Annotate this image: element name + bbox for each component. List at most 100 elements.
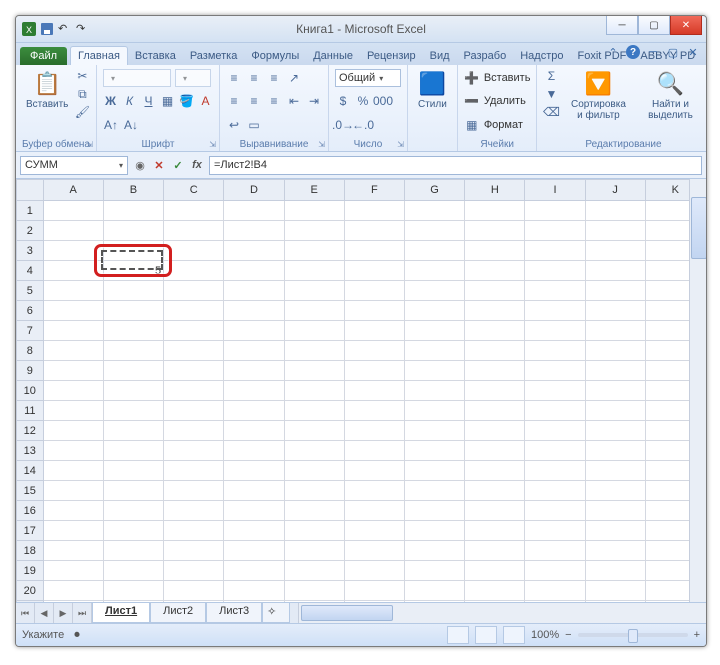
cell-J4[interactable] bbox=[585, 261, 645, 281]
cell-F1[interactable] bbox=[344, 201, 404, 221]
cell-E1[interactable] bbox=[284, 201, 344, 221]
cell-I5[interactable] bbox=[525, 281, 585, 301]
cell-G6[interactable] bbox=[404, 301, 464, 321]
cell-H16[interactable] bbox=[465, 501, 525, 521]
dialog-launcher-icon[interactable]: ⇲ bbox=[318, 140, 325, 149]
doc-minimize-icon[interactable]: ─ bbox=[646, 45, 660, 59]
vertical-scrollbar[interactable] bbox=[689, 179, 706, 602]
doc-close-icon[interactable]: ✕ bbox=[686, 45, 700, 59]
align-top-icon[interactable]: ≡ bbox=[226, 70, 242, 86]
cell-A13[interactable] bbox=[43, 441, 103, 461]
cell-H6[interactable] bbox=[465, 301, 525, 321]
cell-D4[interactable] bbox=[224, 261, 284, 281]
cell-A8[interactable] bbox=[43, 341, 103, 361]
cell-J14[interactable] bbox=[585, 461, 645, 481]
cell-G4[interactable] bbox=[404, 261, 464, 281]
sheet-tab-2[interactable]: Лист2 bbox=[150, 603, 206, 623]
row-header[interactable]: 14 bbox=[17, 461, 44, 481]
cancel-button[interactable]: ✕ bbox=[151, 157, 167, 173]
cell-H18[interactable] bbox=[465, 541, 525, 561]
page-layout-view-button[interactable] bbox=[475, 626, 497, 644]
cell-J17[interactable] bbox=[585, 521, 645, 541]
cell-F4[interactable] bbox=[344, 261, 404, 281]
cell-A19[interactable] bbox=[43, 561, 103, 581]
cell-G16[interactable] bbox=[404, 501, 464, 521]
cell-I19[interactable] bbox=[525, 561, 585, 581]
tab-view[interactable]: Вид bbox=[423, 47, 457, 65]
row-header[interactable]: 8 bbox=[17, 341, 44, 361]
sheet-tab-3[interactable]: Лист3 bbox=[206, 603, 262, 623]
sort-filter-button[interactable]: 🔽 Сортировка и фильтр bbox=[563, 68, 633, 123]
cell-B18[interactable] bbox=[103, 541, 163, 561]
cell-B10[interactable] bbox=[103, 381, 163, 401]
first-sheet-button[interactable]: ⏮ bbox=[16, 603, 35, 623]
cell-F6[interactable] bbox=[344, 301, 404, 321]
cell-J15[interactable] bbox=[585, 481, 645, 501]
row-header[interactable]: 6 bbox=[17, 301, 44, 321]
cell-D20[interactable] bbox=[224, 581, 284, 601]
cell-F13[interactable] bbox=[344, 441, 404, 461]
shrink-font-icon[interactable]: A↓ bbox=[123, 117, 139, 133]
cell-E3[interactable] bbox=[284, 241, 344, 261]
cell-J20[interactable] bbox=[585, 581, 645, 601]
cell-G18[interactable] bbox=[404, 541, 464, 561]
cell-E2[interactable] bbox=[284, 221, 344, 241]
column-header[interactable]: E bbox=[284, 180, 344, 201]
fill-color-icon[interactable]: 🪣 bbox=[179, 93, 194, 109]
cell-B4[interactable]: 5 bbox=[103, 261, 163, 281]
normal-view-button[interactable] bbox=[447, 626, 469, 644]
align-bottom-icon[interactable]: ≡ bbox=[266, 70, 282, 86]
border-icon[interactable]: ▦ bbox=[160, 93, 175, 109]
cell-D12[interactable] bbox=[224, 421, 284, 441]
format-painter-icon[interactable]: 🖌 bbox=[74, 104, 90, 120]
cell-B3[interactable] bbox=[103, 241, 163, 261]
cell-F5[interactable] bbox=[344, 281, 404, 301]
styles-button[interactable]: 🟦 Стили bbox=[414, 68, 451, 112]
cell-B21[interactable] bbox=[103, 601, 163, 603]
cell-C3[interactable] bbox=[164, 241, 224, 261]
cell-A21[interactable] bbox=[43, 601, 103, 603]
cell-E18[interactable] bbox=[284, 541, 344, 561]
fx-button[interactable]: fx bbox=[189, 157, 205, 173]
cell-D1[interactable] bbox=[224, 201, 284, 221]
cell-H9[interactable] bbox=[465, 361, 525, 381]
cell-H1[interactable] bbox=[465, 201, 525, 221]
cell-C5[interactable] bbox=[164, 281, 224, 301]
cell-C16[interactable] bbox=[164, 501, 224, 521]
cell-A2[interactable] bbox=[43, 221, 103, 241]
scrollbar-thumb[interactable] bbox=[301, 605, 393, 621]
cell-C10[interactable] bbox=[164, 381, 224, 401]
page-break-view-button[interactable] bbox=[503, 626, 525, 644]
cell-A17[interactable] bbox=[43, 521, 103, 541]
tab-formulas[interactable]: Формулы bbox=[244, 47, 306, 65]
cell-B8[interactable] bbox=[103, 341, 163, 361]
cell-I4[interactable] bbox=[525, 261, 585, 281]
new-sheet-button[interactable]: ✧ bbox=[262, 603, 290, 623]
slider-thumb[interactable] bbox=[628, 629, 638, 643]
cell-C21[interactable] bbox=[164, 601, 224, 603]
cell-E4[interactable] bbox=[284, 261, 344, 281]
row-header[interactable]: 10 bbox=[17, 381, 44, 401]
row-header[interactable]: 21 bbox=[17, 601, 44, 603]
cell-A18[interactable] bbox=[43, 541, 103, 561]
underline-button[interactable]: Ч bbox=[141, 93, 156, 109]
cell-E14[interactable] bbox=[284, 461, 344, 481]
cell-E7[interactable] bbox=[284, 321, 344, 341]
italic-button[interactable]: К bbox=[122, 93, 137, 109]
cell-D6[interactable] bbox=[224, 301, 284, 321]
cell-B19[interactable] bbox=[103, 561, 163, 581]
cell-J5[interactable] bbox=[585, 281, 645, 301]
maximize-button[interactable]: ▢ bbox=[638, 16, 670, 35]
cell-E16[interactable] bbox=[284, 501, 344, 521]
cell-G7[interactable] bbox=[404, 321, 464, 341]
cell-H10[interactable] bbox=[465, 381, 525, 401]
cell-E15[interactable] bbox=[284, 481, 344, 501]
indent-dec-icon[interactable]: ⇤ bbox=[286, 93, 302, 109]
align-left-icon[interactable]: ≡ bbox=[226, 93, 242, 109]
cell-G2[interactable] bbox=[404, 221, 464, 241]
cell-A7[interactable] bbox=[43, 321, 103, 341]
name-box[interactable]: СУММ▾ bbox=[20, 156, 128, 175]
cell-J16[interactable] bbox=[585, 501, 645, 521]
cells-delete-button[interactable]: ➖Удалить bbox=[464, 91, 531, 111]
file-tab[interactable]: Файл bbox=[20, 47, 67, 65]
